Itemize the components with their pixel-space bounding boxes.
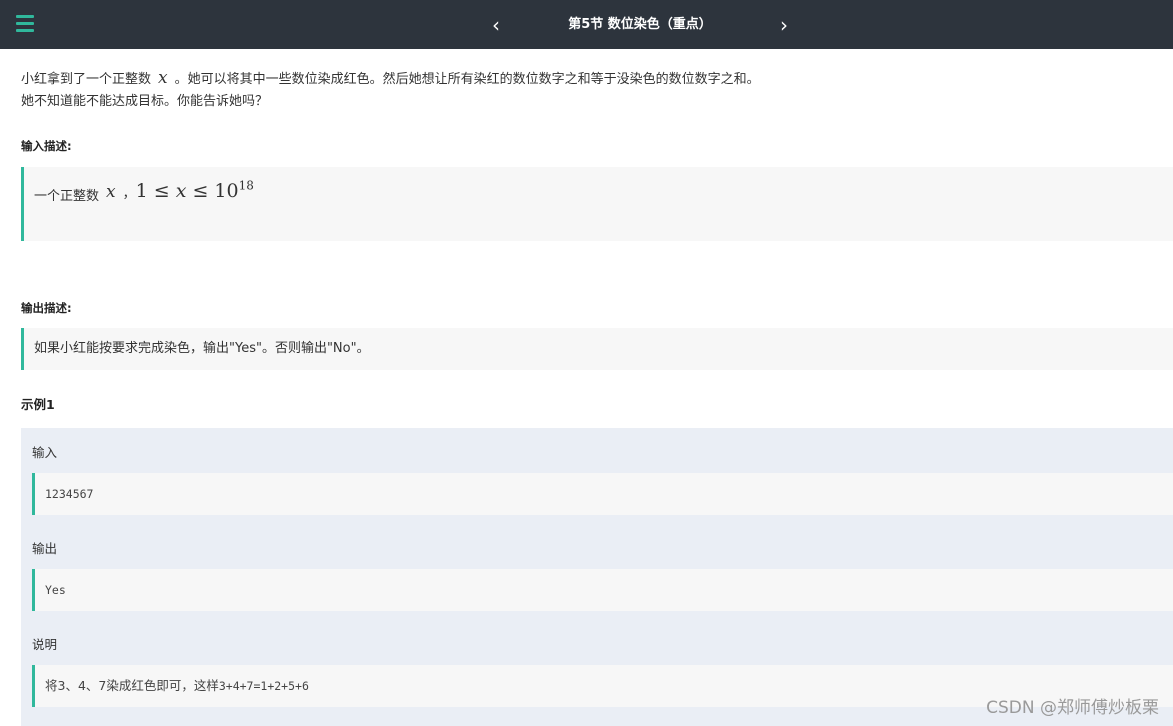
input-description: 一个正整数 x ，1 ≤ x ≤ 1018 xyxy=(21,167,1173,241)
output-heading: 输出描述: xyxy=(21,301,72,315)
example-input-value: 1234567 xyxy=(32,473,1173,515)
watermark: CSDN @郑师傅炒板栗 xyxy=(986,698,1159,718)
chevron-right-icon[interactable]: › xyxy=(772,12,796,38)
example-title: 示例1 xyxy=(21,397,55,412)
top-bar: ‹ 第5节 数位染色（重点） › xyxy=(0,0,1173,49)
problem-content: 小红拿到了一个正整数 x 。她可以将其中一些数位染成红色。然后她想让所有染红的数位数… xyxy=(0,49,1173,726)
example-output-label: 输出 xyxy=(32,541,58,556)
variable-x: x xyxy=(158,68,168,88)
constraint-formula: 1 ≤ x ≤ 1018 xyxy=(135,179,254,203)
page-title: 第5节 数位染色（重点） xyxy=(568,17,712,32)
example-explain-label: 说明 xyxy=(32,637,58,652)
example-input-label: 输入 xyxy=(32,445,58,460)
problem-description-line2: 她不知道能不能达成目标。你能告诉她吗？ xyxy=(21,94,269,109)
variable-x: x xyxy=(106,182,116,203)
example-panel: 输入 1234567 输出 Yes 说明 将3、4、7染成红色即可，这样3+4+… xyxy=(21,428,1173,726)
hamburger-menu-icon[interactable] xyxy=(16,15,34,33)
chevron-left-icon[interactable]: ‹ xyxy=(484,12,508,38)
input-heading: 输入描述: xyxy=(21,139,72,153)
problem-description-line1: 小红拿到了一个正整数 x 。她可以将其中一些数位染成红色。然后她想让所有染红的数位数… xyxy=(21,68,760,88)
output-description: 如果小红能按要求完成染色，输出"Yes"。否则输出"No"。 xyxy=(21,328,1173,370)
example-output-value: Yes xyxy=(32,569,1173,611)
